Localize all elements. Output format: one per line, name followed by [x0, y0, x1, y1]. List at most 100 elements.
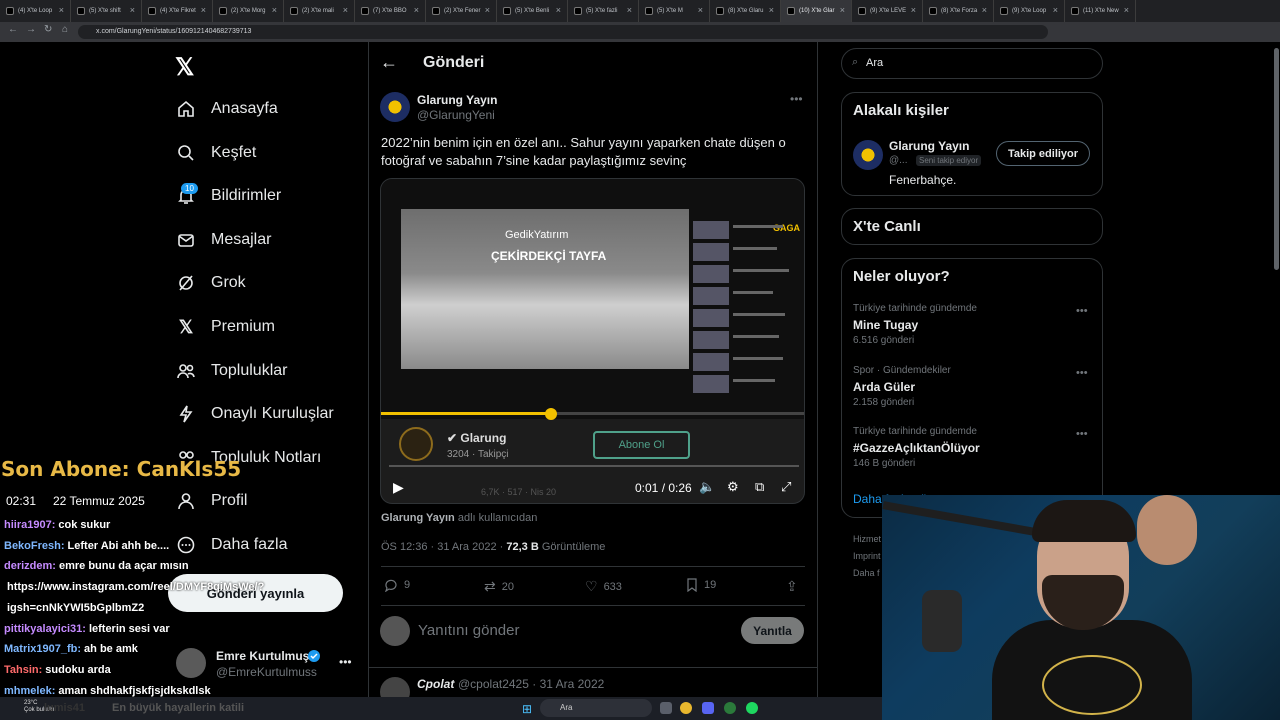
- close-icon[interactable]: ×: [1124, 5, 1129, 15]
- share-icon: ⇪: [786, 578, 798, 594]
- tab[interactable]: (5) X'te M ×: [639, 0, 710, 22]
- sidebar-item-anasayfa[interactable]: Anasayfa: [175, 91, 278, 127]
- bookmark-button[interactable]: 19: [686, 578, 716, 592]
- tab[interactable]: (5) X'te Benli ×: [497, 0, 568, 22]
- video-scrubber-handle[interactable]: [545, 408, 557, 420]
- like-button[interactable]: ♡ 633: [585, 578, 622, 595]
- tab[interactable]: (7) X'te BBO ×: [355, 0, 426, 22]
- tweet-author-handle[interactable]: @GlarungYeni: [417, 108, 495, 122]
- tab[interactable]: (9) X'te Loop ×: [994, 0, 1065, 22]
- task-view-icon[interactable]: [660, 702, 672, 714]
- sidebar-item-mesajlar[interactable]: Mesajlar: [175, 222, 271, 258]
- back-arrow-icon[interactable]: ←: [8, 24, 18, 35]
- tab[interactable]: (5) X'te shift ×: [71, 0, 142, 22]
- scrollbar[interactable]: [1274, 48, 1279, 270]
- tweet-author-name[interactable]: Glarung Yayın: [417, 93, 497, 107]
- volume-icon[interactable]: 🔈: [699, 479, 715, 495]
- home-button-icon[interactable]: ⌂: [62, 24, 68, 35]
- back-arrow-icon[interactable]: ←: [380, 52, 398, 73]
- tab[interactable]: (10) X'te Glar ×: [781, 0, 852, 22]
- following-button[interactable]: Takip ediliyor: [996, 141, 1090, 166]
- play-icon[interactable]: ▶: [393, 479, 404, 496]
- comment-author-name[interactable]: Cpolat: [417, 677, 454, 691]
- reply-button[interactable]: 9: [384, 578, 410, 592]
- sidebar-item-daha-fazla[interactable]: Daha fazla: [175, 527, 288, 563]
- footer-link[interactable]: Daha f: [853, 568, 880, 578]
- close-icon[interactable]: ×: [414, 5, 419, 15]
- footer-link[interactable]: Hizmet: [853, 534, 881, 544]
- tab[interactable]: (2) X'te Fener ×: [426, 0, 497, 22]
- video-thumbnail: [693, 243, 729, 261]
- forward-arrow-icon[interactable]: →: [26, 24, 36, 35]
- tab[interactable]: (9) X'te LEVE ×: [852, 0, 923, 22]
- fullscreen-icon[interactable]: ⤢: [781, 479, 791, 495]
- more-dots-icon[interactable]: •••: [790, 92, 803, 106]
- more-dots-icon[interactable]: •••: [1076, 367, 1088, 379]
- taskbar-search[interactable]: Ara: [540, 699, 652, 717]
- sidebar-item-onaylı-kuruluşlar[interactable]: Onaylı Kuruluşlar: [175, 396, 334, 432]
- close-icon[interactable]: ×: [343, 5, 348, 15]
- close-icon[interactable]: ×: [840, 5, 845, 15]
- reply-submit-button[interactable]: Yanıtla: [741, 617, 804, 644]
- x-logo-icon[interactable]: 𝕏: [175, 53, 194, 82]
- tab[interactable]: (4) X'te Loop ×: [0, 0, 71, 22]
- close-icon[interactable]: ×: [272, 5, 277, 15]
- obs-icon[interactable]: [724, 702, 736, 714]
- windows-start-icon[interactable]: ⊞: [522, 702, 532, 716]
- pip-icon[interactable]: ⧉: [755, 479, 764, 495]
- close-icon[interactable]: ×: [982, 5, 987, 15]
- sidebar-item-label: Bildirimler: [211, 187, 282, 205]
- sidebar-item-keşfet[interactable]: Keşfet: [175, 135, 256, 171]
- tab[interactable]: (5) X'te fazli ×: [568, 0, 639, 22]
- tab[interactable]: (8) X'te Forza ×: [923, 0, 994, 22]
- tab[interactable]: (11) X'te New ×: [1065, 0, 1136, 22]
- sidebar-item-premium[interactable]: 𝕏 Premium: [175, 309, 275, 345]
- sidebar-item-topluluklar[interactable]: Topluluklar: [175, 353, 287, 389]
- close-icon[interactable]: ×: [556, 5, 561, 15]
- chat-message: igsh=cnNkYWI5bGplbmZ2: [4, 602, 144, 614]
- close-icon[interactable]: ×: [1053, 5, 1058, 15]
- sidebar-item-grok[interactable]: Grok: [175, 265, 246, 301]
- url-field[interactable]: x.com/GlarungYeni/status/160912140468273…: [78, 25, 1048, 39]
- ticker-user: lumis41: [44, 702, 85, 714]
- mic-arm: [882, 501, 1042, 537]
- video-seek-bar[interactable]: [389, 465, 799, 467]
- tab-label: (10) X'te Glar: [799, 8, 835, 14]
- more-dots-icon[interactable]: •••: [1076, 428, 1088, 440]
- share-button[interactable]: ⇪: [786, 578, 798, 595]
- tab-label: (9) X'te LEVE: [870, 8, 907, 14]
- tab[interactable]: (4) X'te Fikret ×: [142, 0, 213, 22]
- settings-gear-icon[interactable]: ⚙: [727, 479, 739, 495]
- close-icon[interactable]: ×: [59, 5, 64, 15]
- tweet-timestamp[interactable]: ÖS 12:36 · 31 Ara 2022 ·: [381, 541, 506, 553]
- avatar[interactable]: [853, 140, 883, 170]
- more-dots-icon[interactable]: •••: [339, 655, 352, 669]
- chat-username: derizdem:: [4, 560, 56, 573]
- chrome-icon[interactable]: [680, 702, 692, 714]
- spotify-icon[interactable]: [746, 702, 758, 714]
- reload-icon[interactable]: ↻: [44, 24, 52, 35]
- tab[interactable]: (8) X'te Glaru ×: [710, 0, 781, 22]
- close-icon[interactable]: ×: [130, 5, 135, 15]
- account-switcher[interactable]: Emre Kurtulmuş @EmreKurtulmuss •••: [176, 645, 356, 685]
- close-icon[interactable]: ×: [201, 5, 206, 15]
- close-icon[interactable]: ×: [698, 5, 703, 15]
- channel-logo: [399, 427, 433, 461]
- close-icon[interactable]: ×: [911, 5, 916, 15]
- discord-icon[interactable]: [702, 702, 714, 714]
- avatar[interactable]: [380, 92, 410, 122]
- related-user-name[interactable]: Glarung Yayın: [889, 139, 969, 153]
- video-player[interactable]: GedikYatırım ÇEKİRDEKÇİ TAYFA GAGA ✔ Gla…: [380, 178, 805, 504]
- attribution-name[interactable]: Glarung Yayın: [381, 512, 455, 524]
- footer-link[interactable]: Imprint: [853, 551, 881, 561]
- tab[interactable]: (2) X'te mali ×: [284, 0, 355, 22]
- close-icon[interactable]: ×: [627, 5, 632, 15]
- x-logo-icon: [1071, 7, 1079, 15]
- retweet-button[interactable]: ⇄ 20: [484, 578, 514, 595]
- tab[interactable]: (2) X'te Morg ×: [213, 0, 284, 22]
- sidebar-item-profil[interactable]: Profil: [175, 483, 247, 519]
- reply-input[interactable]: Yanıtını gönder: [418, 622, 519, 639]
- close-icon[interactable]: ×: [485, 5, 490, 15]
- more-dots-icon[interactable]: •••: [1076, 305, 1088, 317]
- close-icon[interactable]: ×: [769, 5, 774, 15]
